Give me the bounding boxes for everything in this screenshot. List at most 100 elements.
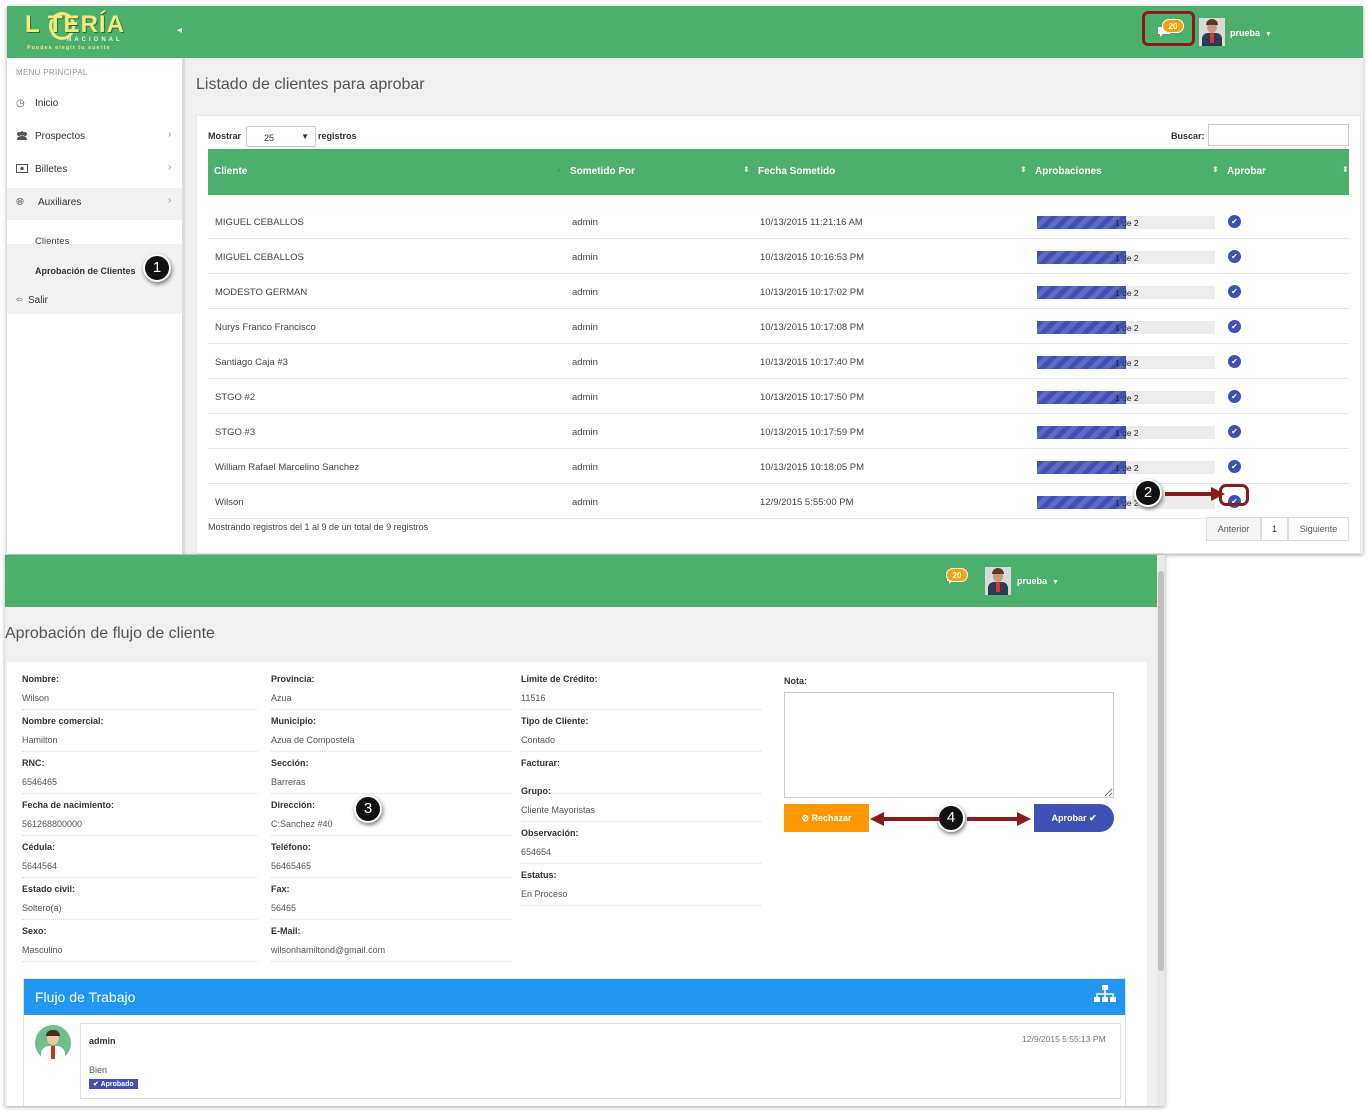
col-header-sometido-por[interactable]: Sometido Por [570, 166, 635, 177]
field-label: Observación: [521, 828, 579, 838]
field-label: Cédula: [22, 842, 56, 852]
chevron-right-icon: › [168, 162, 172, 173]
field-label: Provincia: [271, 674, 315, 684]
callout-4: 4 [937, 804, 965, 832]
user-name: prueba [1017, 576, 1048, 586]
field-value: En Proceso [521, 889, 568, 899]
logo-subtitle: NACIONAL [67, 37, 123, 43]
notification-button[interactable]: 20 [1142, 11, 1195, 46]
check-icon: ✔ [1086, 813, 1097, 823]
pager-prev-button[interactable]: Anterior [1206, 517, 1261, 541]
search-input[interactable] [1208, 124, 1349, 146]
cell-cliente: Wilson [215, 497, 244, 508]
approvals-progress: 1 de 2 [1037, 321, 1215, 334]
approvals-progress: 1 de 2 [1037, 216, 1215, 229]
sort-icon[interactable]: ⬍ [743, 165, 750, 174]
caret-down-icon: ▼ [1052, 579, 1059, 586]
approve-label: Aprobar [1051, 813, 1087, 823]
approve-button[interactable]: Aprobar ✔ [1034, 804, 1114, 832]
sidebar-item-label: Auxiliares [38, 197, 82, 208]
sort-icon[interactable]: ⬍ [1212, 165, 1219, 174]
approve-check-icon[interactable]: ✔ [1228, 390, 1241, 403]
client-detail-card: Nombre: Wilson Nombre comercial: Hamilton RN… [7, 662, 1147, 1106]
field-divider [271, 709, 511, 710]
approvals-text: 1 de 2 [1115, 323, 1139, 333]
field-divider [22, 793, 258, 794]
scrollbar[interactable] [1157, 555, 1165, 1106]
field-label: Nombre: [22, 674, 60, 684]
cell-sometido-por: admin [572, 252, 598, 263]
loteria-logo[interactable]: L TERÍA NACIONAL Puedes elegir tu suerte [25, 11, 137, 53]
approvals-text: 1 de 2 [1115, 218, 1139, 228]
nota-label: Nota: [784, 676, 807, 686]
approvals-text: 1 de 2 [1115, 428, 1139, 438]
top-navbar: L TERÍA NACIONAL Puedes elegir tu suerte… [7, 6, 1363, 58]
sidebar-subitem-aprobacion-clientes[interactable]: Aprobación de Clientes [35, 266, 136, 276]
page-size-select[interactable]: 25 ▼ [246, 126, 316, 147]
col-header-aprobaciones[interactable]: Aprobaciones [1035, 166, 1102, 177]
nota-textarea[interactable] [784, 692, 1114, 798]
cell-fecha: 10/13/2015 10:18:05 PM [760, 462, 865, 473]
approve-check-icon[interactable]: ✔ [1228, 460, 1241, 473]
field-divider [271, 751, 511, 752]
approve-check-icon[interactable]: ✔ [1228, 355, 1241, 368]
user-avatar[interactable] [1199, 18, 1225, 46]
field-divider [271, 961, 511, 962]
user-avatar[interactable] [985, 567, 1011, 595]
col-header-cliente[interactable]: Cliente [214, 166, 247, 177]
sidebar-item-prospectos[interactable]: Prospectos › [7, 122, 182, 152]
field-label: Teléfono: [271, 842, 311, 852]
sitemap-icon[interactable] [1094, 985, 1116, 1003]
sidebar-item-auxiliares[interactable]: 🌐︎ Auxiliares › [7, 188, 182, 220]
table-row: MODESTO GERMAN admin 10/13/2015 10:17:02 P… [208, 274, 1349, 309]
field-label: Tipo de Cliente: [521, 716, 589, 726]
user-menu[interactable]: prueba ▼ [1017, 576, 1059, 586]
pager-next-button[interactable]: Siguiente [1288, 517, 1349, 541]
user-name: prueba [1230, 28, 1261, 38]
sidebar-collapse-icon[interactable]: ◂ [177, 25, 182, 36]
approve-check-icon[interactable]: ✔ [1228, 250, 1241, 263]
sort-icon[interactable]: ⬍ [1342, 165, 1349, 174]
approve-check-icon[interactable]: ✔ [1228, 285, 1241, 298]
approvals-progress-fill [1037, 496, 1126, 509]
approvals-progress-fill [1037, 251, 1126, 264]
field-value: Azua [271, 693, 292, 703]
sidebar-item-billetes[interactable]: Billetes › [7, 155, 182, 185]
field-divider [271, 877, 511, 878]
col-header-fecha[interactable]: Fecha Sometido [758, 166, 835, 177]
approve-check-icon[interactable]: ✔ [1228, 320, 1241, 333]
arrow-right-icon [967, 812, 1031, 826]
field-divider [22, 835, 258, 836]
field-value: Azua de Compostela [271, 735, 355, 745]
cell-cliente: MODESTO GERMAN [215, 287, 308, 298]
pager-page-1[interactable]: 1 [1261, 517, 1288, 541]
approve-check-icon[interactable]: ✔ [1228, 425, 1241, 438]
reject-button[interactable]: ⊘ Rechazar [784, 804, 869, 832]
workflow-entry: admin 12/9/2015 5:55:13 PM Bien ✔ Aproba… [80, 1023, 1121, 1099]
field-divider [22, 919, 258, 920]
approvals-progress-fill [1037, 321, 1126, 334]
table-header: Cliente ▲ Sometido Por ⬍ Fecha Sometido … [208, 149, 1349, 195]
cell-fecha: 10/13/2015 11:21:16 AM [760, 217, 863, 228]
sort-icon[interactable]: ⬍ [1020, 165, 1027, 174]
sidebar-subitem-clientes[interactable]: Clientes [35, 236, 69, 247]
table-row: STGO #2 admin 10/13/2015 10:17:50 PM 1 de 2… [208, 379, 1349, 414]
approvals-progress: 1 de 2 [1037, 356, 1215, 369]
sidebar-item-label: Prospectos [35, 131, 86, 142]
notification-count-badge[interactable]: 20 [946, 568, 968, 582]
records-label: registros [318, 131, 357, 141]
sidebar-item-salir[interactable]: ⇦ Salir [7, 288, 182, 314]
col-header-aprobar[interactable]: Aprobar [1227, 166, 1266, 177]
approve-check-icon[interactable]: ✔ [1228, 215, 1241, 228]
clock-icon: ◷ [16, 98, 25, 109]
table-info: Mostrando registros del 1 al 9 de un tot… [208, 522, 429, 532]
cell-sometido-por: admin [572, 287, 598, 298]
sidebar-item-inicio[interactable]: ◷ Inicio [7, 89, 182, 119]
caret-down-icon: ▼ [1265, 31, 1272, 38]
top-navbar: 20 prueba ▼ [5, 555, 1157, 607]
sort-icon[interactable]: ▲ [555, 165, 563, 174]
cell-fecha: 10/13/2015 10:17:50 PM [760, 392, 865, 403]
field-divider [271, 793, 511, 794]
user-menu[interactable]: prueba ▼ [1230, 28, 1272, 38]
approvals-progress-fill [1037, 391, 1126, 404]
